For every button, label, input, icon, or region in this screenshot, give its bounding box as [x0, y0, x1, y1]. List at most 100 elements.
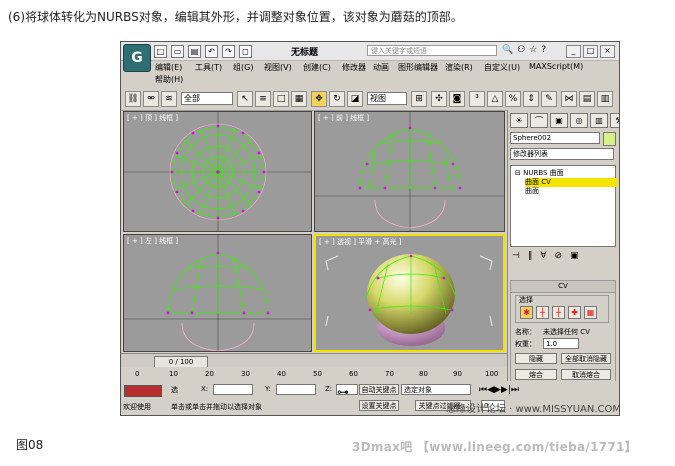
- app-window: □ ▭ ▤ ↶ ↷ ◻ 无标题 键入关键字或短语 🔍 ⚇ ☆ ? _ □ × G…: [120, 41, 620, 416]
- modify-tab-icon[interactable]: ⌒: [530, 113, 548, 128]
- app-logo-icon[interactable]: G: [123, 44, 151, 72]
- pin-stack-icon[interactable]: ⊣: [512, 251, 520, 261]
- remove-modifier-icon[interactable]: ⊘: [555, 251, 563, 261]
- window-crossing-icon[interactable]: ▦: [291, 91, 307, 107]
- name-label: 名称：: [515, 328, 536, 336]
- tick-label: 80: [419, 370, 428, 378]
- configure-sets-icon[interactable]: ▣: [570, 251, 579, 261]
- row-column-cv-icon[interactable]: ✚: [568, 306, 581, 319]
- menu-create[interactable]: 创建(C): [303, 62, 331, 73]
- menu-views[interactable]: 视图(V): [264, 62, 292, 73]
- motion-tab-icon[interactable]: ◎: [570, 113, 588, 128]
- menu-help[interactable]: 帮助(H): [155, 74, 183, 85]
- infocenter-icon[interactable]: ⚇: [517, 45, 525, 55]
- weight-input[interactable]: 1.0: [543, 338, 579, 349]
- display-tab-icon[interactable]: ▥: [590, 113, 608, 128]
- search-icon[interactable]: 🔍: [502, 45, 513, 55]
- selection-filter-dropdown[interactable]: 全部: [181, 92, 233, 105]
- prompt-line: 单击或单击并拖动以选择对象: [171, 403, 262, 411]
- selection-region-icon[interactable]: □: [273, 91, 289, 107]
- menu-maxscript[interactable]: MAXScript(M): [529, 62, 583, 71]
- row-cv-icon[interactable]: ┼: [536, 306, 549, 319]
- menu-animation[interactable]: 动画: [373, 62, 389, 73]
- maxscript-listener[interactable]: [124, 385, 162, 397]
- bind-spacewarp-icon[interactable]: ≋: [161, 91, 177, 107]
- viewport-perspective-label: [ + ] 透视 ] 平滑 + 高光 ]: [319, 238, 402, 246]
- mirror-icon[interactable]: ⋈: [561, 91, 577, 107]
- key-icon[interactable]: ⊶: [337, 385, 349, 399]
- hide-button[interactable]: 隐藏: [515, 353, 557, 364]
- select-object-icon[interactable]: ↖: [237, 91, 253, 107]
- named-selection-icon[interactable]: ✎: [541, 91, 557, 107]
- playback-controls-icon[interactable]: ⏮◀▶▶|⏭: [479, 385, 519, 395]
- unhide-all-button[interactable]: 全部取消隐藏: [561, 353, 611, 364]
- menu-group[interactable]: 组(G): [233, 62, 253, 73]
- menu-customize[interactable]: 自定义(U): [484, 62, 520, 73]
- keyboard-shortcut-icon[interactable]: ◙: [449, 91, 465, 107]
- create-tab-icon[interactable]: ☀: [510, 113, 528, 128]
- show-end-result-icon[interactable]: ‖: [528, 251, 533, 261]
- window-controls: _ □ ×: [566, 45, 615, 58]
- all-cv-icon[interactable]: ▦: [584, 306, 597, 319]
- menu-graph-editors[interactable]: 图形编辑器: [398, 62, 438, 73]
- cv-rollout-title[interactable]: CV: [511, 281, 615, 293]
- pivot-center-icon[interactable]: ⊞: [411, 91, 427, 107]
- percent-snap-icon[interactable]: %: [505, 91, 521, 107]
- stack-item-nurbs-surface[interactable]: ⊟ NURBS 曲面: [515, 169, 564, 178]
- select-by-name-icon[interactable]: ≡: [255, 91, 271, 107]
- favorites-icon[interactable]: ☆: [529, 45, 537, 55]
- fuse-button[interactable]: 熔合: [515, 369, 557, 380]
- align-icon[interactable]: ▤: [579, 91, 595, 107]
- angle-snap-icon[interactable]: △: [487, 91, 503, 107]
- menu-modifiers[interactable]: 修改器: [342, 62, 366, 73]
- y-coordinate-input[interactable]: [276, 384, 316, 395]
- save-icon[interactable]: ▤: [188, 45, 201, 58]
- viewport-left[interactable]: [ + ] 左 ] 线框 ]: [123, 234, 312, 352]
- viewport-top[interactable]: [ + ] 顶 ] 线框 ]: [123, 111, 312, 232]
- close-button[interactable]: ×: [600, 45, 615, 58]
- selected-object-dropdown[interactable]: 选定对象: [401, 384, 471, 395]
- tick-label: 20: [205, 370, 214, 378]
- object-color-swatch[interactable]: [603, 132, 616, 146]
- stack-item-surface[interactable]: 曲面: [525, 187, 539, 196]
- track-bar[interactable]: 0 10 20 30 40 50 60 70 80 90 100: [121, 367, 507, 382]
- new-icon[interactable]: □: [154, 45, 167, 58]
- spinner-snap-icon[interactable]: ⇕: [523, 91, 539, 107]
- menu-tools[interactable]: 工具(T): [195, 62, 222, 73]
- menu-edit[interactable]: 编辑(E): [155, 62, 182, 73]
- hierarchy-tab-icon[interactable]: ▣: [550, 113, 568, 128]
- link-icon[interactable]: ⛓: [125, 91, 141, 107]
- unlink-icon[interactable]: ⚮: [143, 91, 159, 107]
- snaps-toggle-icon[interactable]: ³: [469, 91, 485, 107]
- undo-icon[interactable]: ↶: [205, 45, 218, 58]
- viewport-front[interactable]: [ + ] 前 ] 线框 ]: [314, 111, 505, 232]
- object-name-input[interactable]: Sphere002: [510, 132, 600, 144]
- unfuse-button[interactable]: 取消熔合: [561, 369, 611, 380]
- time-slider-track[interactable]: 0 / 100: [121, 353, 507, 368]
- rotate-icon[interactable]: ↻: [329, 91, 345, 107]
- open-icon[interactable]: ▭: [171, 45, 184, 58]
- hold-icon[interactable]: ◻: [239, 45, 252, 58]
- search-input[interactable]: 键入关键字或短语: [367, 45, 497, 56]
- minimize-button[interactable]: _: [566, 45, 581, 58]
- auto-key-button[interactable]: 自动关键点: [359, 384, 399, 395]
- menu-rendering[interactable]: 渲染(R): [445, 62, 473, 73]
- make-unique-icon[interactable]: ∀: [540, 251, 546, 261]
- redo-icon[interactable]: ↷: [222, 45, 235, 58]
- utilities-tab-icon[interactable]: ⚒: [610, 113, 619, 128]
- set-key-button[interactable]: 设置关键点: [359, 400, 399, 411]
- x-coordinate-input[interactable]: [213, 384, 253, 395]
- scale-icon[interactable]: ◪: [347, 91, 363, 107]
- layer-manager-icon[interactable]: ▥: [597, 91, 613, 107]
- viewport-perspective[interactable]: [ + ] 透视 ] 平滑 + 高光 ]: [314, 234, 505, 352]
- help-icon[interactable]: ?: [541, 45, 546, 55]
- reference-coord-dropdown[interactable]: 视图: [367, 92, 407, 105]
- move-icon[interactable]: ✥: [311, 91, 327, 107]
- single-cv-icon[interactable]: ✱: [520, 306, 533, 319]
- modifier-stack: ⊟ NURBS 曲面 曲面 CV 曲面: [510, 165, 617, 247]
- maximize-button[interactable]: □: [583, 45, 598, 58]
- stack-item-surface-cv[interactable]: 曲面 CV: [525, 178, 617, 187]
- select-manipulate-icon[interactable]: ✣: [431, 91, 447, 107]
- modifier-list-dropdown[interactable]: 修改器列表: [510, 148, 614, 160]
- column-cv-icon[interactable]: ┼: [552, 306, 565, 319]
